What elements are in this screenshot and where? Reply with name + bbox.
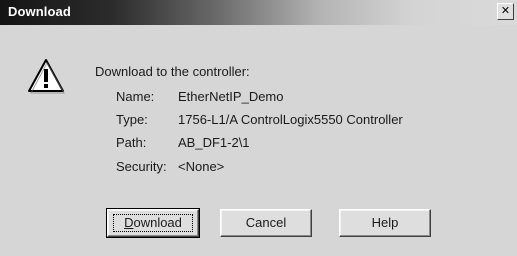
cancel-button-label: Cancel xyxy=(245,215,287,230)
dialog-heading: Download to the controller: xyxy=(95,64,250,79)
cancel-button[interactable]: Cancel xyxy=(220,209,312,237)
window-title: Download xyxy=(8,4,71,19)
type-label: Type: xyxy=(116,112,148,127)
type-value: 1756-L1/A ControlLogix5550 Controller xyxy=(178,112,403,127)
download-button-label: ownload xyxy=(133,215,182,230)
help-button[interactable]: Help xyxy=(339,209,431,237)
name-value: EtherNetIP_Demo xyxy=(178,89,284,104)
download-button[interactable]: Download xyxy=(106,208,200,238)
help-button-label: Help xyxy=(371,215,399,230)
security-label: Security: xyxy=(116,159,167,174)
security-value: <None> xyxy=(178,159,225,174)
download-dialog: Download ✕ Download to the controller: N… xyxy=(0,0,517,256)
warning-icon xyxy=(28,59,65,94)
path-value: AB_DF1-2\1 xyxy=(178,135,250,150)
close-button[interactable]: ✕ xyxy=(497,3,514,20)
name-label: Name: xyxy=(116,89,155,104)
title-bar[interactable]: Download ✕ xyxy=(0,0,517,25)
close-icon: ✕ xyxy=(500,4,511,17)
path-label: Path: xyxy=(116,135,147,150)
